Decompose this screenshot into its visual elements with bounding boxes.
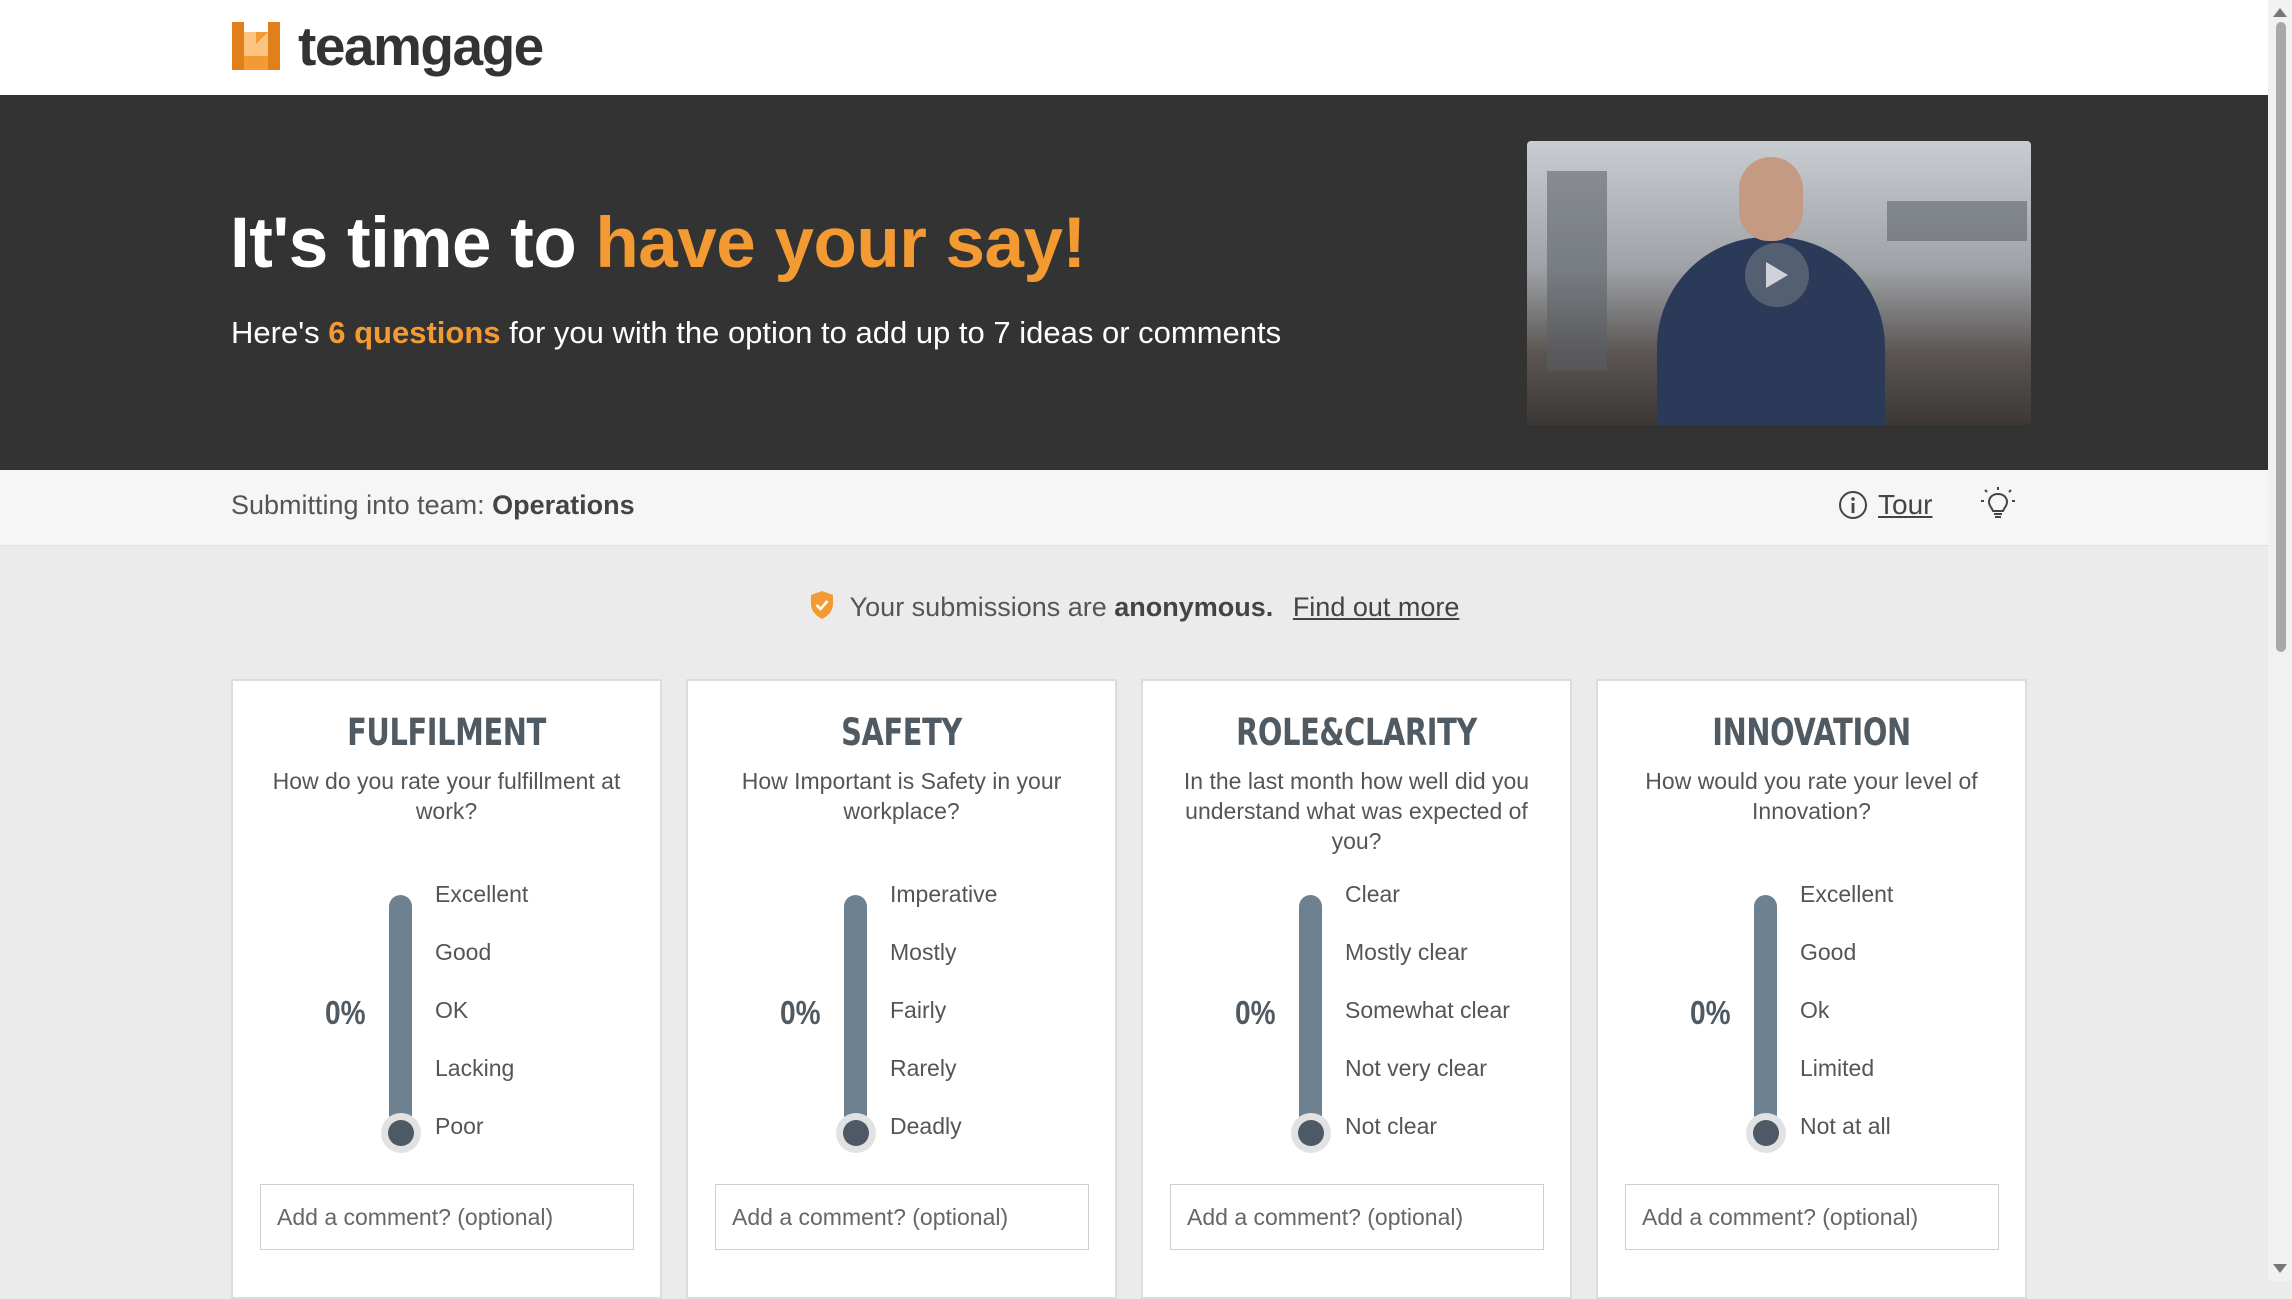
comment-input[interactable] [260,1184,634,1250]
teamgage-logo-icon [232,22,280,70]
question-card-role-clarity: ROLE&CLARITY In the last month how well … [1141,679,1572,1299]
rating-slider-track[interactable] [844,895,867,1139]
anonymity-text: Your submissions are [849,592,1115,622]
scale-option[interactable]: Mostly [890,939,956,966]
question-title: FULFILMENT [347,711,546,754]
video-background-pillar [1547,171,1607,371]
rating-slider-track[interactable] [1754,895,1777,1139]
scale-option[interactable]: Mostly clear [1345,939,1468,966]
scale-option[interactable]: Fairly [890,997,946,1024]
tour-button[interactable]: Tour [1838,489,1932,521]
hero-banner: It's time to have your say! Here's 6 que… [0,95,2268,470]
hero-subtitle: Here's 6 questions for you with the opti… [231,315,1281,351]
video-presenter-head [1739,157,1803,241]
rating-slider-track[interactable] [1299,895,1322,1139]
submitting-team: Submitting into team: Operations [231,490,635,521]
lightbulb-icon [1981,487,2015,518]
intro-video[interactable] [1527,141,2031,425]
question-card-fulfilment: FULFILMENT How do you rate your fulfillm… [231,679,662,1299]
info-icon [1839,491,1867,519]
anonymity-bold: anonymous. [1114,592,1274,622]
scale-option[interactable]: Ok [1800,997,1829,1024]
scale-option[interactable]: Limited [1800,1055,1874,1082]
comment-input[interactable] [1170,1184,1544,1250]
rating-slider-track[interactable] [389,895,412,1139]
play-icon [1766,262,1788,288]
comment-input[interactable] [1625,1184,1999,1250]
rating-slider-handle[interactable] [1746,1113,1786,1153]
scale-option[interactable]: Good [435,939,491,966]
tour-label: Tour [1878,489,1933,520]
score-percent: 0% [1235,994,1276,1031]
shield-check-icon [810,591,833,619]
rating-slider-handle[interactable] [381,1113,421,1153]
scale-option[interactable]: Rarely [890,1055,956,1082]
play-button[interactable] [1745,243,1809,307]
rating-slider-handle[interactable] [836,1113,876,1153]
hero-title-prefix: It's time to [230,204,596,283]
scroll-down-arrow-icon[interactable] [2273,1264,2287,1273]
question-text: How Important is Safety in your workplac… [741,768,1062,824]
question-text: How would you rate your level of Innovat… [1645,768,1978,824]
scale-option[interactable]: Deadly [890,1113,962,1140]
find-out-more-link[interactable]: Find out more [1293,592,1460,622]
question-title: SAFETY [841,711,962,754]
scale-option[interactable]: Not very clear [1345,1055,1487,1082]
question-title: ROLE&CLARITY [1236,711,1477,754]
scale-option[interactable]: Somewhat clear [1345,997,1510,1024]
score-percent: 0% [780,994,821,1031]
scale-option[interactable]: Poor [435,1113,484,1140]
comment-input[interactable] [715,1184,1089,1250]
logo[interactable]: teamgage [232,14,544,77]
question-title: INNOVATION [1712,711,1911,754]
team-bar: Submitting into team: Operations Tour [0,470,2268,546]
tips-button[interactable] [1980,486,2016,527]
scale-option[interactable]: OK [435,997,468,1024]
top-bar: teamgage [0,0,2268,95]
question-text: How do you rate your fulfillment at work… [272,768,621,824]
question-card-safety: SAFETY How Important is Safety in your w… [686,679,1117,1299]
hero-title: It's time to have your say! [230,203,1086,284]
scale-option[interactable]: Clear [1345,881,1400,908]
scale-option[interactable]: Excellent [435,881,528,908]
video-background-pillar [1887,201,2027,241]
anonymity-notice: Your submissions are anonymous. Find out… [0,590,2268,623]
team-name: Operations [492,490,635,520]
question-card-innovation: INNOVATION How would you rate your level… [1596,679,2027,1299]
hero-title-accent: have your say! [595,204,1086,283]
score-percent: 0% [1690,994,1731,1031]
scrollbar-thumb[interactable] [2276,22,2286,652]
scale-option[interactable]: Lacking [435,1055,514,1082]
question-count: 6 questions [328,315,501,350]
brand-name: teamgage [298,14,544,77]
scale-option[interactable]: Imperative [890,881,997,908]
scale-option[interactable]: Not clear [1345,1113,1437,1140]
scroll-up-arrow-icon[interactable] [2273,8,2287,17]
scale-option[interactable]: Good [1800,939,1856,966]
scale-option[interactable]: Not at all [1800,1113,1891,1140]
team-label: Submitting into team: [231,490,493,520]
hero-subtitle-prefix: Here's [231,315,329,350]
scale-option[interactable]: Excellent [1800,881,1893,908]
hero-subtitle-suffix: for you with the option to add up to 7 i… [500,315,1282,350]
score-percent: 0% [325,994,366,1031]
page-scrollbar[interactable] [2268,0,2292,1281]
question-text: In the last month how well did you under… [1183,768,1530,854]
rating-slider-handle[interactable] [1291,1113,1331,1153]
